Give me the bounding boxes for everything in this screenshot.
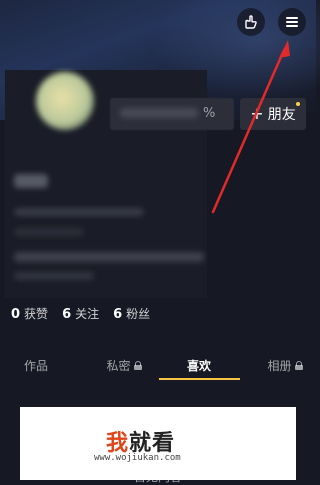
arrow-head [279, 40, 290, 58]
annotation-arrow [211, 40, 290, 214]
